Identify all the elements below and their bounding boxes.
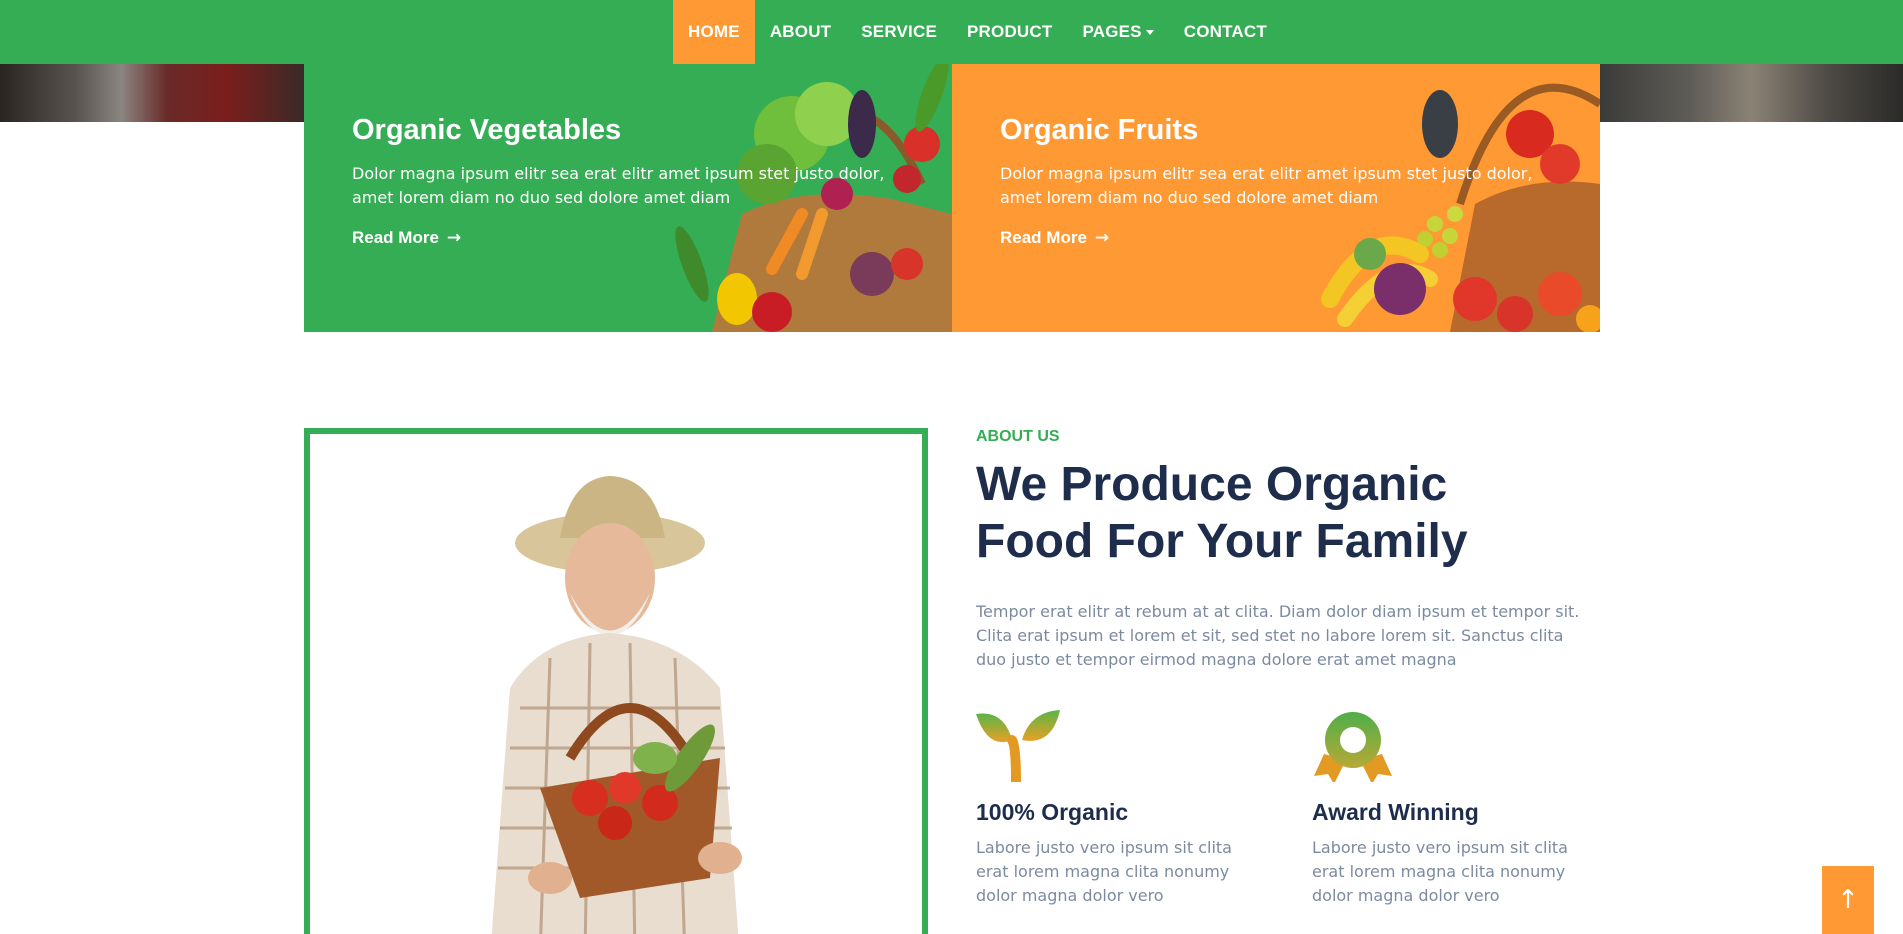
main-navbar: HOME ABOUT SERVICE PRODUCT PAGES CONTACT: [0, 0, 1903, 64]
arrow-right-icon: →: [1094, 228, 1110, 248]
promo-title: Organic Fruits: [1000, 114, 1199, 146]
nav-contact-link[interactable]: CONTACT: [1169, 0, 1282, 64]
back-to-top-button[interactable]: ↑: [1822, 866, 1874, 934]
feature-text: Labore justo vero ipsum sit clita erat l…: [1312, 838, 1568, 905]
nav-about-link[interactable]: ABOUT: [755, 0, 846, 64]
nav-product-link[interactable]: PRODUCT: [952, 0, 1067, 64]
promo-text: Dolor magna ipsum elitr sea erat elitr a…: [352, 164, 885, 207]
nav-home-link[interactable]: HOME: [673, 0, 755, 64]
arrow-right-icon: →: [446, 228, 462, 248]
nav-links: HOME ABOUT SERVICE PRODUCT PAGES CONTACT: [673, 0, 1282, 64]
nav-pages-dropdown[interactable]: PAGES: [1067, 0, 1168, 64]
caret-down-icon: [1145, 30, 1154, 36]
read-more-label: Read More: [1000, 228, 1087, 247]
sprout-icon: [976, 710, 1060, 787]
about-section-label: ABOUT US: [976, 428, 1060, 445]
hero-image-left-edge: [0, 64, 304, 122]
feature-organic: 100% Organic Labore justo vero ipsum sit…: [976, 710, 1266, 908]
feature-title: 100% Organic: [976, 799, 1129, 825]
nav-service-link[interactable]: SERVICE: [846, 0, 952, 64]
read-more-vegetables-link[interactable]: Read More →: [352, 228, 461, 248]
feature-title: Award Winning: [1312, 799, 1479, 825]
promo-card-vegetables: Organic Vegetables Dolor magna ipsum eli…: [304, 64, 952, 332]
promo-text: Dolor magna ipsum elitr sea erat elitr a…: [1000, 164, 1533, 207]
read-more-fruits-link[interactable]: Read More →: [1000, 228, 1109, 248]
about-image-frame: [304, 428, 928, 934]
farmer-with-basket-image: [491, 476, 742, 934]
hero-image-right-edge: [1600, 64, 1903, 122]
feature-award: Award Winning Labore justo vero ipsum si…: [1312, 710, 1602, 908]
promo-card-fruits: Organic Fruits Dolor magna ipsum elitr s…: [952, 64, 1600, 332]
feature-text: Labore justo vero ipsum sit clita erat l…: [976, 838, 1232, 905]
promo-title: Organic Vegetables: [352, 114, 622, 146]
nav-pages-label: PAGES: [1082, 22, 1142, 41]
read-more-label: Read More: [352, 228, 439, 247]
award-icon: [1314, 712, 1392, 784]
about-description: Tempor erat elitr at rebum at at clita. …: [976, 602, 1580, 669]
about-heading: We Produce Organic Food For Your Family: [976, 458, 1468, 568]
arrow-up-icon: ↑: [1837, 885, 1859, 915]
